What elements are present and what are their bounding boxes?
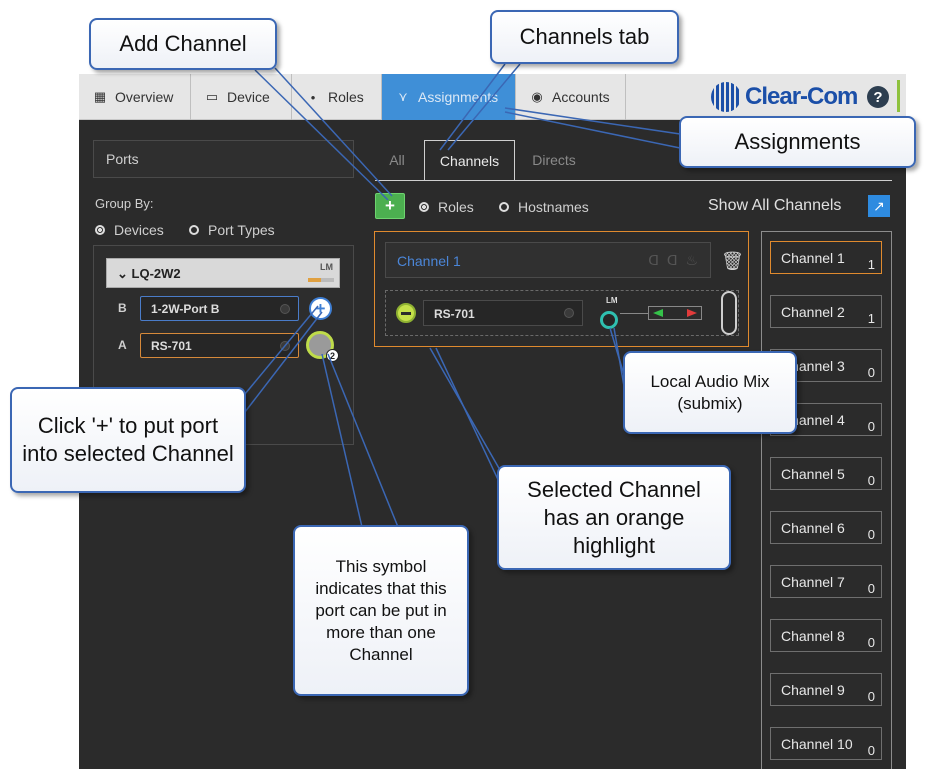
tab-overview[interactable]: ▦ Overview xyxy=(79,74,191,120)
brand-name: Clear-Com xyxy=(745,83,858,110)
lm-level-bar xyxy=(308,278,334,282)
channel-endpoint xyxy=(721,291,737,335)
trash-icon[interactable]: 🗑 xyxy=(721,251,744,272)
edge-indicator xyxy=(897,80,900,112)
arrow-right-red-icon xyxy=(687,309,697,317)
callout-channels-tab: Channels tab xyxy=(490,10,679,64)
tab-directs[interactable]: Directs xyxy=(519,140,589,180)
local-audio-mix-icon[interactable] xyxy=(600,311,618,329)
add-port-button[interactable]: + xyxy=(309,297,332,320)
tab-channels[interactable]: Channels xyxy=(424,140,515,180)
callout-local-audio-mix: Local Audio Mix (submix) xyxy=(623,351,797,434)
add-channel-button[interactable]: + xyxy=(375,193,405,219)
ports-header: Ports xyxy=(93,140,354,178)
help-button[interactable]: ? xyxy=(867,86,889,108)
tab-accounts[interactable]: ◉ Accounts xyxy=(516,74,626,120)
top-nav: ▦ Overview ▭ Device • Roles ⋎ Assignments ◉ A… xyxy=(79,74,906,120)
expand-icon[interactable]: ↗ xyxy=(868,195,890,217)
port-pill-b[interactable]: 1-2W-Port B xyxy=(140,296,299,321)
arrow-left-green-icon xyxy=(653,309,663,317)
channel-item-2[interactable]: Channel 21 xyxy=(770,295,882,328)
port-pill-a[interactable]: RS-701 xyxy=(140,333,299,358)
channel-item-1[interactable]: Channel 11 xyxy=(770,241,882,274)
audio-flow-indicator xyxy=(648,306,702,320)
multi-count-badge: 2 xyxy=(326,349,339,362)
selected-channel-card[interactable]: Channel 1 ᗡ ᗡ ♨ 🗑 RS-701 LM xyxy=(374,231,749,347)
minus-icon xyxy=(401,311,411,315)
callout-selected-channel: Selected Channel has an orange highlight xyxy=(497,465,731,570)
show-all-channels-label[interactable]: Show All Channels xyxy=(708,197,841,215)
channel-card-header: Channel 1 ᗡ ᗡ ♨ xyxy=(385,242,711,278)
lm-label: LM xyxy=(606,296,618,305)
tab-device[interactable]: ▭ Device xyxy=(191,74,292,120)
grid-icon: ▦ xyxy=(93,89,107,104)
channel-card-title: Channel 1 xyxy=(397,253,461,269)
channel-item-7[interactable]: Channel 70 xyxy=(770,565,882,598)
channel-item-5[interactable]: Channel 50 xyxy=(770,457,882,490)
radio-roles[interactable]: Roles xyxy=(419,199,474,215)
status-dot xyxy=(280,304,290,314)
radio-selected-icon xyxy=(95,225,105,235)
lm-tag: LM xyxy=(320,262,333,272)
chevron-down-icon: ⌄ xyxy=(117,266,132,281)
group-by-label: Group By: xyxy=(95,196,154,211)
port-letter-b: B xyxy=(118,301,127,315)
radio-unselected-icon xyxy=(499,202,509,212)
channel-item-9[interactable]: Channel 90 xyxy=(770,673,882,706)
tab-assignments[interactable]: ⋎ Assignments xyxy=(382,74,516,120)
radio-selected-icon xyxy=(419,202,429,212)
tab-roles[interactable]: • Roles xyxy=(292,74,382,120)
brand-mark-icon xyxy=(711,82,741,112)
callout-assignments: Assignments xyxy=(679,116,916,168)
port-letter-a: A xyxy=(118,338,127,352)
remove-port-button[interactable] xyxy=(396,303,416,323)
channel-item-8[interactable]: Channel 80 xyxy=(770,619,882,652)
radio-hostnames[interactable]: Hostnames xyxy=(499,199,589,215)
device-icon: ▭ xyxy=(205,89,219,104)
status-dot xyxy=(280,341,290,351)
channel-item-10[interactable]: Channel 10 0 xyxy=(770,727,882,760)
channel-status-icons: ᗡ ᗡ ♨ xyxy=(648,252,700,268)
assigned-port-pill[interactable]: RS-701 xyxy=(423,300,583,326)
device-header[interactable]: ⌄ LQ-2W2 LM xyxy=(106,258,340,288)
channel-port-area: RS-701 LM xyxy=(385,290,739,336)
multi-channel-icon[interactable]: 2 xyxy=(306,331,339,362)
radio-unselected-icon xyxy=(189,225,199,235)
radio-port-types[interactable]: Port Types xyxy=(189,222,275,238)
assignments-icon: ⋎ xyxy=(398,89,408,104)
status-dot xyxy=(564,308,574,318)
roles-icon: • xyxy=(310,89,316,105)
callout-add-channel: Add Channel xyxy=(89,18,277,70)
callout-click-plus: Click '+' to put port into selected Chan… xyxy=(10,387,246,493)
tab-underline xyxy=(375,180,892,181)
radio-devices[interactable]: Devices xyxy=(95,222,164,238)
channel-item-6[interactable]: Channel 60 xyxy=(770,511,882,544)
accounts-icon: ◉ xyxy=(531,89,543,104)
tab-all[interactable]: All xyxy=(377,140,417,180)
callout-multi-channel-symbol: This symbol indicates that this port can… xyxy=(293,525,469,696)
brand-logo: Clear-Com xyxy=(711,82,858,112)
